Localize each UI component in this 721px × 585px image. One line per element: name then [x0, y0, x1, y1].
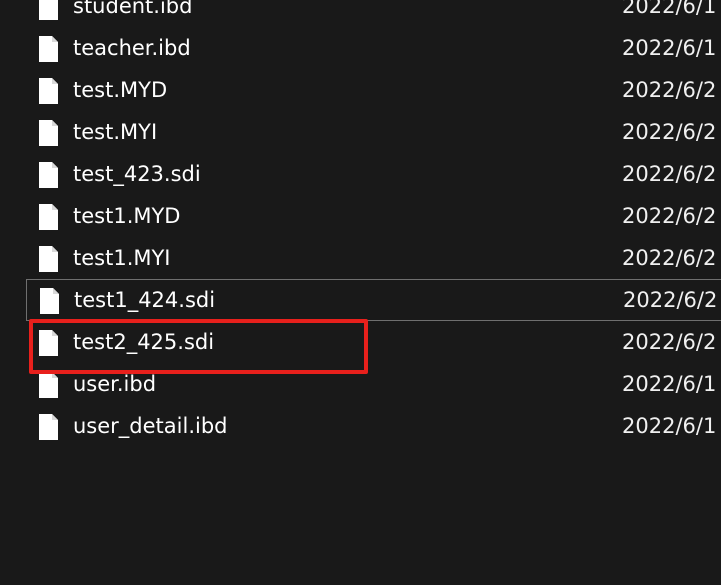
file-row-test-myd[interactable]: test.MYD 2022/6/2	[26, 70, 721, 112]
file-row-user-ibd[interactable]: user.ibd 2022/6/1	[26, 364, 721, 406]
file-icon	[38, 36, 59, 62]
file-date: 2022/6/1	[622, 414, 717, 438]
file-list: student.ibd 2022/6/1 teacher.ibd 2022/6/…	[0, 0, 721, 585]
file-row-test1-myi[interactable]: test1.MYI 2022/6/2	[26, 238, 721, 280]
file-name: user.ibd	[73, 372, 157, 396]
file-row-user-detail-ibd[interactable]: user_detail.ibd 2022/6/1	[26, 406, 721, 448]
file-icon	[38, 330, 59, 356]
file-icon	[38, 78, 59, 104]
file-name: test1.MYI	[73, 246, 171, 270]
file-icon	[39, 288, 60, 314]
file-row-test-423-sdi[interactable]: test_423.sdi 2022/6/2	[26, 154, 721, 196]
file-row-test-myi[interactable]: test.MYI 2022/6/2	[26, 112, 721, 154]
file-date: 2022/6/2	[622, 78, 717, 102]
file-date: 2022/6/2	[622, 330, 717, 354]
file-row-test1-424-sdi[interactable]: test1_424.sdi 2022/6/2	[26, 279, 721, 321]
file-name: test1_424.sdi	[74, 288, 216, 312]
file-row-test1-myd[interactable]: test1.MYD 2022/6/2	[26, 196, 721, 238]
file-icon	[38, 204, 59, 230]
file-row-test2-425-sdi[interactable]: test2_425.sdi 2022/6/2	[26, 322, 721, 364]
file-date: 2022/6/2	[623, 288, 718, 312]
file-name: test.MYI	[73, 120, 158, 144]
file-row-teacher-ibd[interactable]: teacher.ibd 2022/6/1	[26, 28, 721, 70]
file-name: teacher.ibd	[73, 36, 191, 60]
file-name: test1.MYD	[73, 204, 181, 228]
file-date: 2022/6/2	[622, 246, 717, 270]
file-date: 2022/6/2	[622, 162, 717, 186]
file-icon	[38, 120, 59, 146]
file-icon	[38, 414, 59, 440]
file-date: 2022/6/1	[622, 372, 717, 396]
file-icon	[38, 0, 59, 20]
file-name: test2_425.sdi	[73, 330, 215, 354]
file-date: 2022/6/1	[622, 36, 717, 60]
file-date: 2022/6/1	[622, 0, 717, 18]
file-date: 2022/6/2	[622, 120, 717, 144]
file-icon	[38, 372, 59, 398]
file-name: user_detail.ibd	[73, 414, 228, 438]
file-row-student-ibd[interactable]: student.ibd 2022/6/1	[26, 0, 721, 28]
file-icon	[38, 246, 59, 272]
file-name: student.ibd	[73, 0, 193, 18]
file-name: test.MYD	[73, 78, 168, 102]
file-date: 2022/6/2	[622, 204, 717, 228]
file-name: test_423.sdi	[73, 162, 201, 186]
file-icon	[38, 162, 59, 188]
